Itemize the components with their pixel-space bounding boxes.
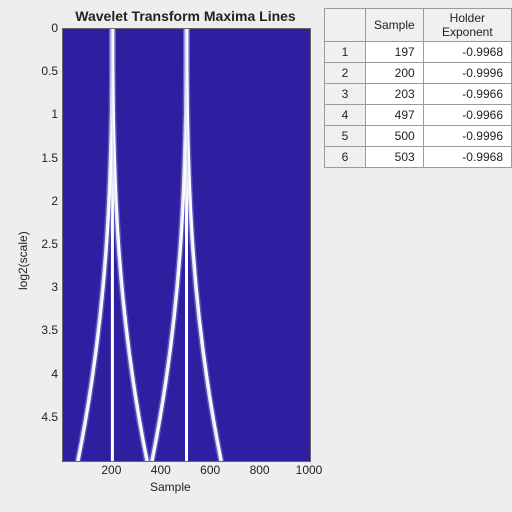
x-tick: 800 — [250, 463, 270, 477]
cell-holder: -0.9996 — [423, 126, 511, 147]
cell-holder: -0.9968 — [423, 147, 511, 168]
plot-title: Wavelet Transform Maxima Lines — [62, 8, 309, 24]
table-row: 5500-0.9996 — [325, 126, 512, 147]
y-tick: 0 — [24, 21, 58, 35]
y-tick: 3 — [24, 280, 58, 294]
holder-exponent-table: SampleHolder Exponent 1197-0.99682200-0.… — [324, 8, 512, 168]
y-tick: 2 — [24, 194, 58, 208]
figure-panel: Wavelet Transform Maxima Lines log2(scal… — [0, 0, 512, 512]
table-row: 1197-0.9968 — [325, 42, 512, 63]
x-tick: 400 — [151, 463, 171, 477]
row-index: 2 — [325, 63, 366, 84]
maxima-lines-layer — [63, 29, 310, 461]
cell-holder: -0.9966 — [423, 84, 511, 105]
cell-holder: -0.9966 — [423, 105, 511, 126]
x-tick: 1000 — [296, 463, 323, 477]
row-index: 6 — [325, 147, 366, 168]
row-index: 4 — [325, 105, 366, 126]
cell-holder: -0.9968 — [423, 42, 511, 63]
y-tick: 2.5 — [24, 237, 58, 251]
y-tick: 1.5 — [24, 151, 58, 165]
x-tick: 600 — [200, 463, 220, 477]
cell-sample: 497 — [366, 105, 424, 126]
table-row: 4497-0.9966 — [325, 105, 512, 126]
x-tick: 200 — [101, 463, 121, 477]
row-index: 3 — [325, 84, 366, 105]
cell-sample: 203 — [366, 84, 424, 105]
cell-sample: 503 — [366, 147, 424, 168]
table-header: Sample — [366, 9, 424, 42]
y-tick: 4.5 — [24, 410, 58, 424]
row-index: 1 — [325, 42, 366, 63]
row-index: 5 — [325, 126, 366, 147]
y-tick: 4 — [24, 367, 58, 381]
cell-sample: 500 — [366, 126, 424, 147]
cell-sample: 200 — [366, 63, 424, 84]
table-corner — [325, 9, 366, 42]
y-tick: 3.5 — [24, 323, 58, 337]
table-row: 3203-0.9966 — [325, 84, 512, 105]
cell-holder: -0.9996 — [423, 63, 511, 84]
x-axis-label: Sample — [150, 480, 191, 494]
cell-sample: 197 — [366, 42, 424, 63]
table-header: Holder Exponent — [423, 9, 511, 42]
wavelet-axes — [62, 28, 311, 462]
table-row: 2200-0.9996 — [325, 63, 512, 84]
y-tick: 0.5 — [24, 64, 58, 78]
y-tick: 1 — [24, 107, 58, 121]
table-row: 6503-0.9968 — [325, 147, 512, 168]
